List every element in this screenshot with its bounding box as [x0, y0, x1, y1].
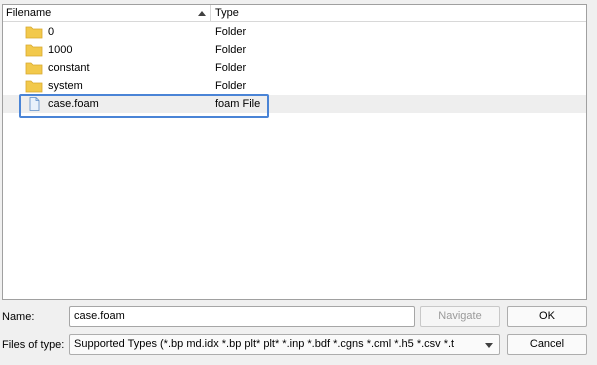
column-header-type[interactable]: Type	[211, 5, 411, 22]
column-header-filename-label: Filename	[6, 7, 52, 19]
folder-icon	[25, 44, 43, 57]
name-label: Name:	[2, 311, 35, 323]
file-dialog: Filename Type 0 Folder 1000 Folder const…	[0, 0, 597, 365]
files-of-type-label: Files of type:	[2, 339, 65, 351]
chevron-down-icon	[485, 343, 493, 348]
sort-ascending-icon	[198, 11, 206, 16]
file-row[interactable]: 0 Folder	[3, 23, 586, 41]
files-of-type-select[interactable]: Supported Types (*.bp md.idx *.bp plt* p…	[69, 334, 500, 355]
folder-icon	[25, 62, 43, 75]
filename-input[interactable]: case.foam	[69, 306, 415, 327]
file-type: Folder	[215, 80, 247, 92]
column-header-type-label: Type	[215, 7, 239, 19]
file-type: Folder	[215, 44, 247, 56]
file-list-header: Filename Type	[3, 5, 586, 22]
file-name: 1000	[48, 44, 73, 56]
file-row[interactable]: 1000 Folder	[3, 41, 586, 59]
file-row[interactable]: system Folder	[3, 77, 586, 95]
selection-highlight	[19, 94, 269, 118]
column-header-filename[interactable]: Filename	[3, 5, 211, 22]
file-name: 0	[48, 26, 55, 38]
file-list[interactable]: Filename Type 0 Folder 1000 Folder const…	[2, 4, 587, 300]
file-name: constant	[48, 62, 90, 74]
file-type: Folder	[215, 26, 247, 38]
files-of-type-value: Supported Types (*.bp md.idx *.bp plt* p…	[74, 338, 455, 350]
file-name: system	[48, 80, 83, 92]
file-type: Folder	[215, 62, 247, 74]
folder-icon	[25, 26, 43, 39]
ok-button[interactable]: OK	[507, 306, 587, 327]
navigate-button[interactable]: Navigate	[420, 306, 500, 327]
folder-icon	[25, 80, 43, 93]
file-row[interactable]: constant Folder	[3, 59, 586, 77]
cancel-button[interactable]: Cancel	[507, 334, 587, 355]
